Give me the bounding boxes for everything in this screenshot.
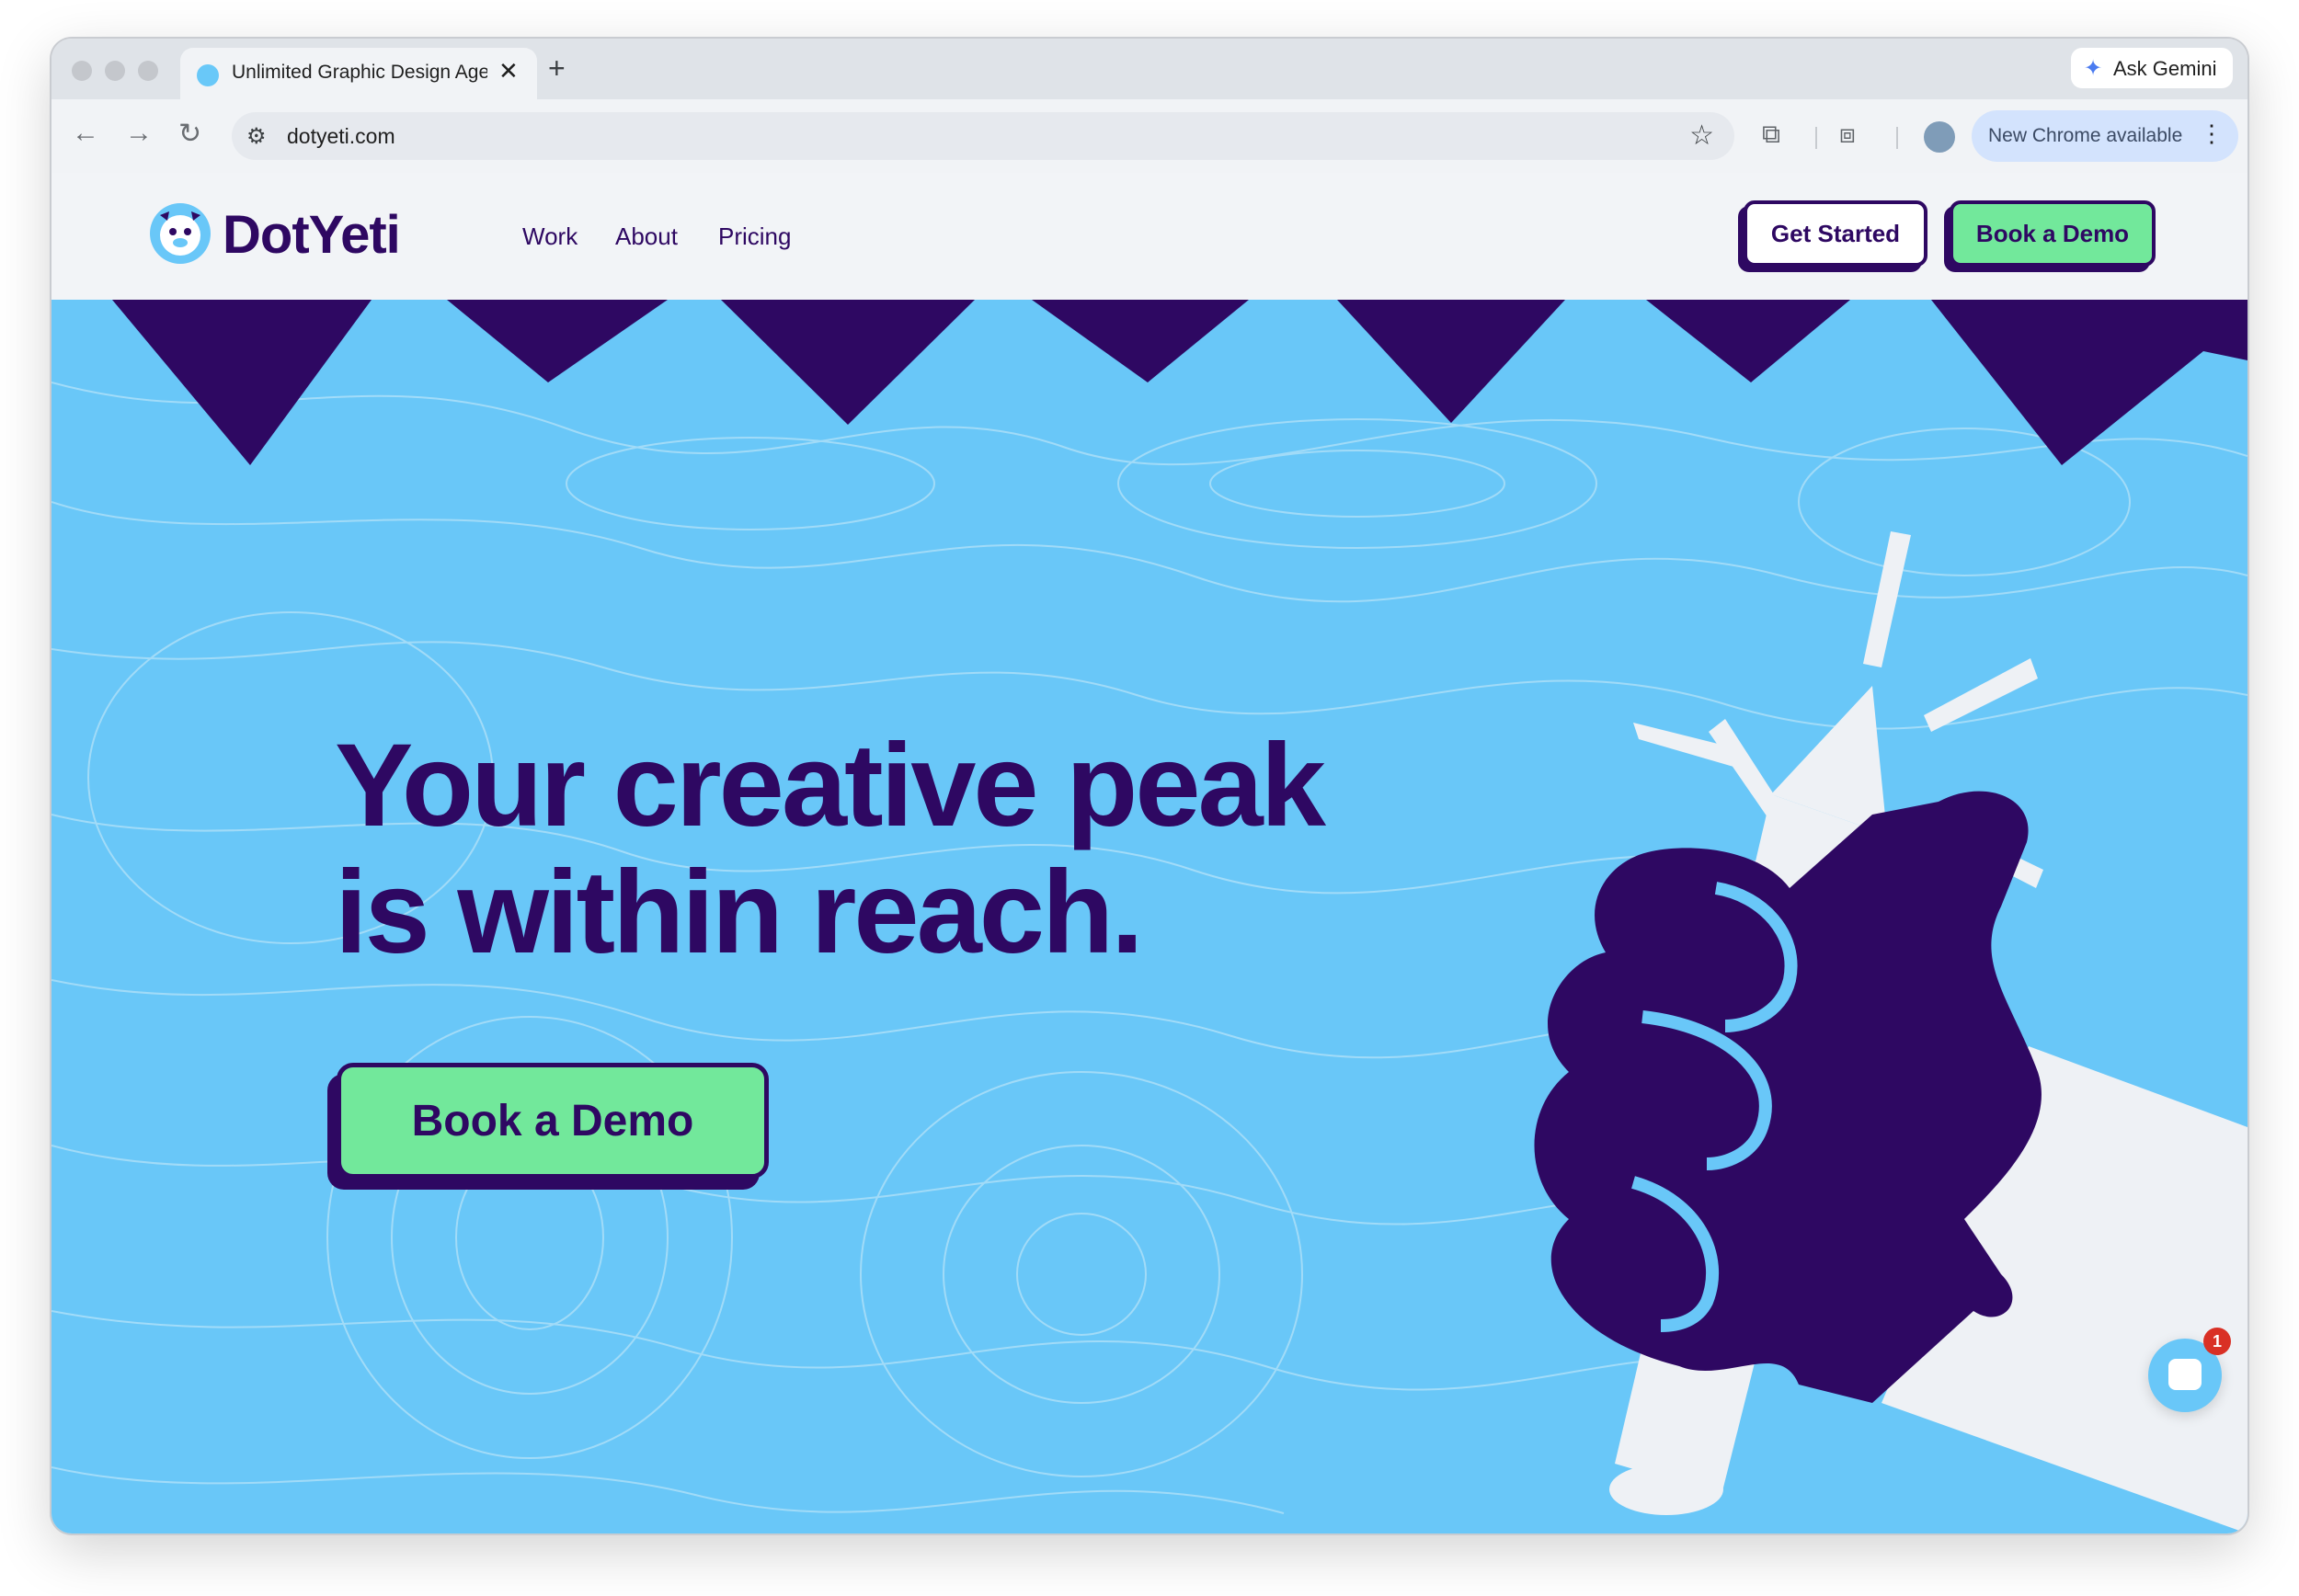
page-viewport: DotYeti Work About Pricing Get Started B… — [51, 173, 2248, 1533]
update-label: New Chrome available — [1988, 125, 2183, 146]
close-window-button[interactable] — [72, 61, 92, 81]
zoom-window-button[interactable] — [138, 61, 158, 81]
tab-strip: Unlimited Graphic Design Agency ✕ + ✦ As… — [51, 39, 2248, 99]
nav-pricing-link[interactable]: Pricing — [718, 222, 791, 251]
toolbar-divider — [1815, 127, 1817, 149]
hero-section: Your creative peak is within reach. Book… — [51, 300, 2248, 1533]
hero-headline-line-2: is within reach. — [335, 847, 1144, 978]
chrome-menu-icon[interactable]: ⋮ — [2200, 120, 2224, 148]
address-bar[interactable]: ⚙ dotyeti.com ☆ — [232, 112, 1734, 160]
tab-title: Unlimited Graphic Design Agency — [232, 62, 487, 83]
new-tab-button[interactable]: + — [548, 51, 566, 86]
hero-book-demo-button[interactable]: Book a Demo — [327, 1063, 769, 1190]
extensions-icon[interactable]: ⧉ — [1762, 120, 1780, 150]
yeti-favicon-icon — [197, 64, 219, 86]
bookmark-star-icon[interactable]: ☆ — [1689, 120, 1714, 152]
profile-avatar[interactable] — [1924, 121, 1955, 153]
hero-headline: Your creative peak is within reach. — [335, 720, 1326, 978]
ask-gemini-label: Ask Gemini — [2113, 57, 2217, 80]
chat-notification-badge: 1 — [2203, 1328, 2231, 1355]
cast-icon[interactable]: ⧈ — [1839, 120, 1856, 150]
minimize-window-button[interactable] — [105, 61, 125, 81]
browser-toolbar: ← → ↻ ⚙ dotyeti.com ☆ ⧉ ⧈ New Chrome ava… — [51, 99, 2248, 175]
site-header: DotYeti Work About Pricing Get Started B… — [51, 173, 2248, 300]
back-icon[interactable]: ← — [72, 118, 99, 149]
forward-icon[interactable]: → — [125, 118, 153, 149]
get-started-label: Get Started — [1744, 200, 1927, 267]
hero-headline-line-1: Your creative peak — [335, 720, 1326, 851]
reload-icon[interactable]: ↻ — [178, 118, 201, 150]
browser-window: Unlimited Graphic Design Agency ✕ + ✦ As… — [51, 39, 2248, 1533]
new-chrome-available-button[interactable]: New Chrome available ⋮ — [1972, 110, 2238, 162]
brand-logo-text[interactable]: DotYeti — [223, 204, 401, 266]
hero-book-demo-label: Book a Demo — [337, 1063, 769, 1179]
ask-gemini-button[interactable]: ✦ Ask Gemini — [2071, 48, 2233, 88]
nav-work-link[interactable]: Work — [522, 222, 578, 251]
chat-bubble-icon — [2168, 1359, 2202, 1390]
gemini-sparkle-icon: ✦ — [2084, 56, 2103, 81]
site-info-icon[interactable]: ⚙ — [246, 123, 267, 150]
get-started-button[interactable]: Get Started — [1738, 200, 1927, 272]
header-book-demo-button[interactable]: Book a Demo — [1944, 200, 2156, 272]
nav-about-link[interactable]: About — [615, 222, 678, 251]
header-book-demo-label: Book a Demo — [1950, 200, 2156, 267]
url-text[interactable]: dotyeti.com — [287, 124, 395, 149]
tab-dotyeti[interactable]: Unlimited Graphic Design Agency ✕ — [180, 48, 537, 99]
toolbar-divider — [1896, 127, 1898, 149]
yeti-logo-icon[interactable] — [149, 202, 212, 265]
close-tab-icon[interactable]: ✕ — [498, 57, 519, 86]
